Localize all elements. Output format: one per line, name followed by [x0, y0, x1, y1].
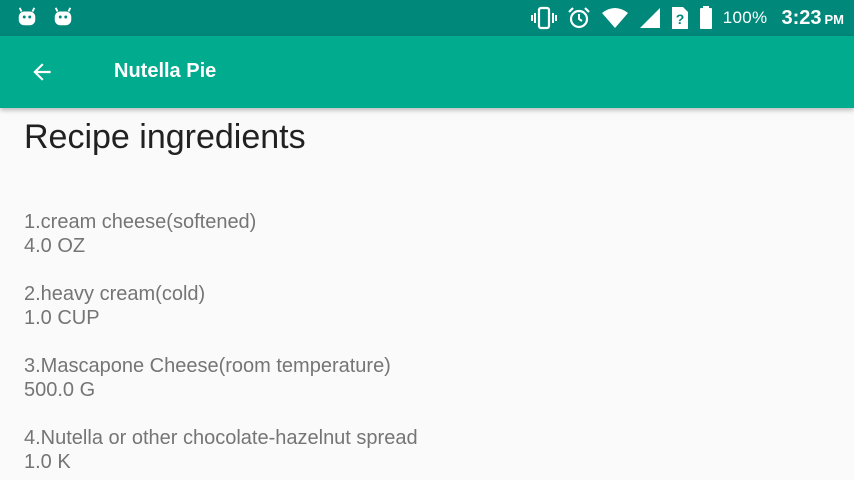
ingredient-item: 3.Mascapone Cheese(room temperature) 500… [24, 354, 418, 426]
no-sim-icon: ? [671, 7, 688, 29]
ingredient-item: 4.Nutella or other chocolate-hazelnut sp… [24, 426, 418, 480]
ingredient-quantity: 1.0 K [24, 451, 71, 473]
clock: 3:23 PM [777, 7, 844, 30]
ingredient-name: 1.cream cheese(softened) [24, 211, 257, 233]
alarm-icon [568, 7, 590, 29]
ingredient-quantity: 1.0 CUP [24, 307, 100, 329]
app-bar: Nutella Pie [0, 36, 854, 108]
ingredient-item: 2.heavy cream(cold) 1.0 CUP [24, 282, 418, 354]
ingredient-name: 2.heavy cream(cold) [24, 283, 206, 305]
ingredient-list: 1.cream cheese(softened) 4.0 OZ 2.heavy … [24, 210, 418, 480]
ingredient-name: 3.Mascapone Cheese(room temperature) [24, 355, 391, 377]
status-bar: ? 100% 3:23 PM [0, 0, 854, 36]
app-title: Nutella Pie [114, 60, 217, 82]
android-icon [54, 7, 72, 26]
arrow-back-icon [33, 63, 51, 81]
ingredient-quantity: 4.0 OZ [24, 235, 86, 257]
back-button[interactable] [22, 52, 62, 92]
wifi-icon [601, 8, 628, 28]
svg-text:?: ? [676, 11, 685, 27]
battery-percent: 100% [722, 8, 768, 27]
system-status: ? 100% 3:23 PM [530, 0, 844, 36]
battery-icon [699, 6, 712, 29]
recipe-content[interactable]: Recipe ingredients 1.cream cheese(soften… [0, 108, 854, 480]
clock-time: 3:23 [781, 6, 822, 29]
android-icon [18, 7, 36, 26]
vibrate-icon [530, 6, 557, 30]
ingredient-item: 1.cream cheese(softened) 4.0 OZ [24, 210, 418, 282]
ingredient-name: 4.Nutella or other chocolate-hazelnut sp… [24, 427, 418, 449]
ingredient-quantity: 500.0 G [24, 379, 96, 401]
notification-icons [16, 6, 74, 28]
signal-icon [639, 8, 660, 28]
clock-ampm: PM [824, 11, 845, 27]
page-title: Recipe ingredients [24, 118, 306, 156]
